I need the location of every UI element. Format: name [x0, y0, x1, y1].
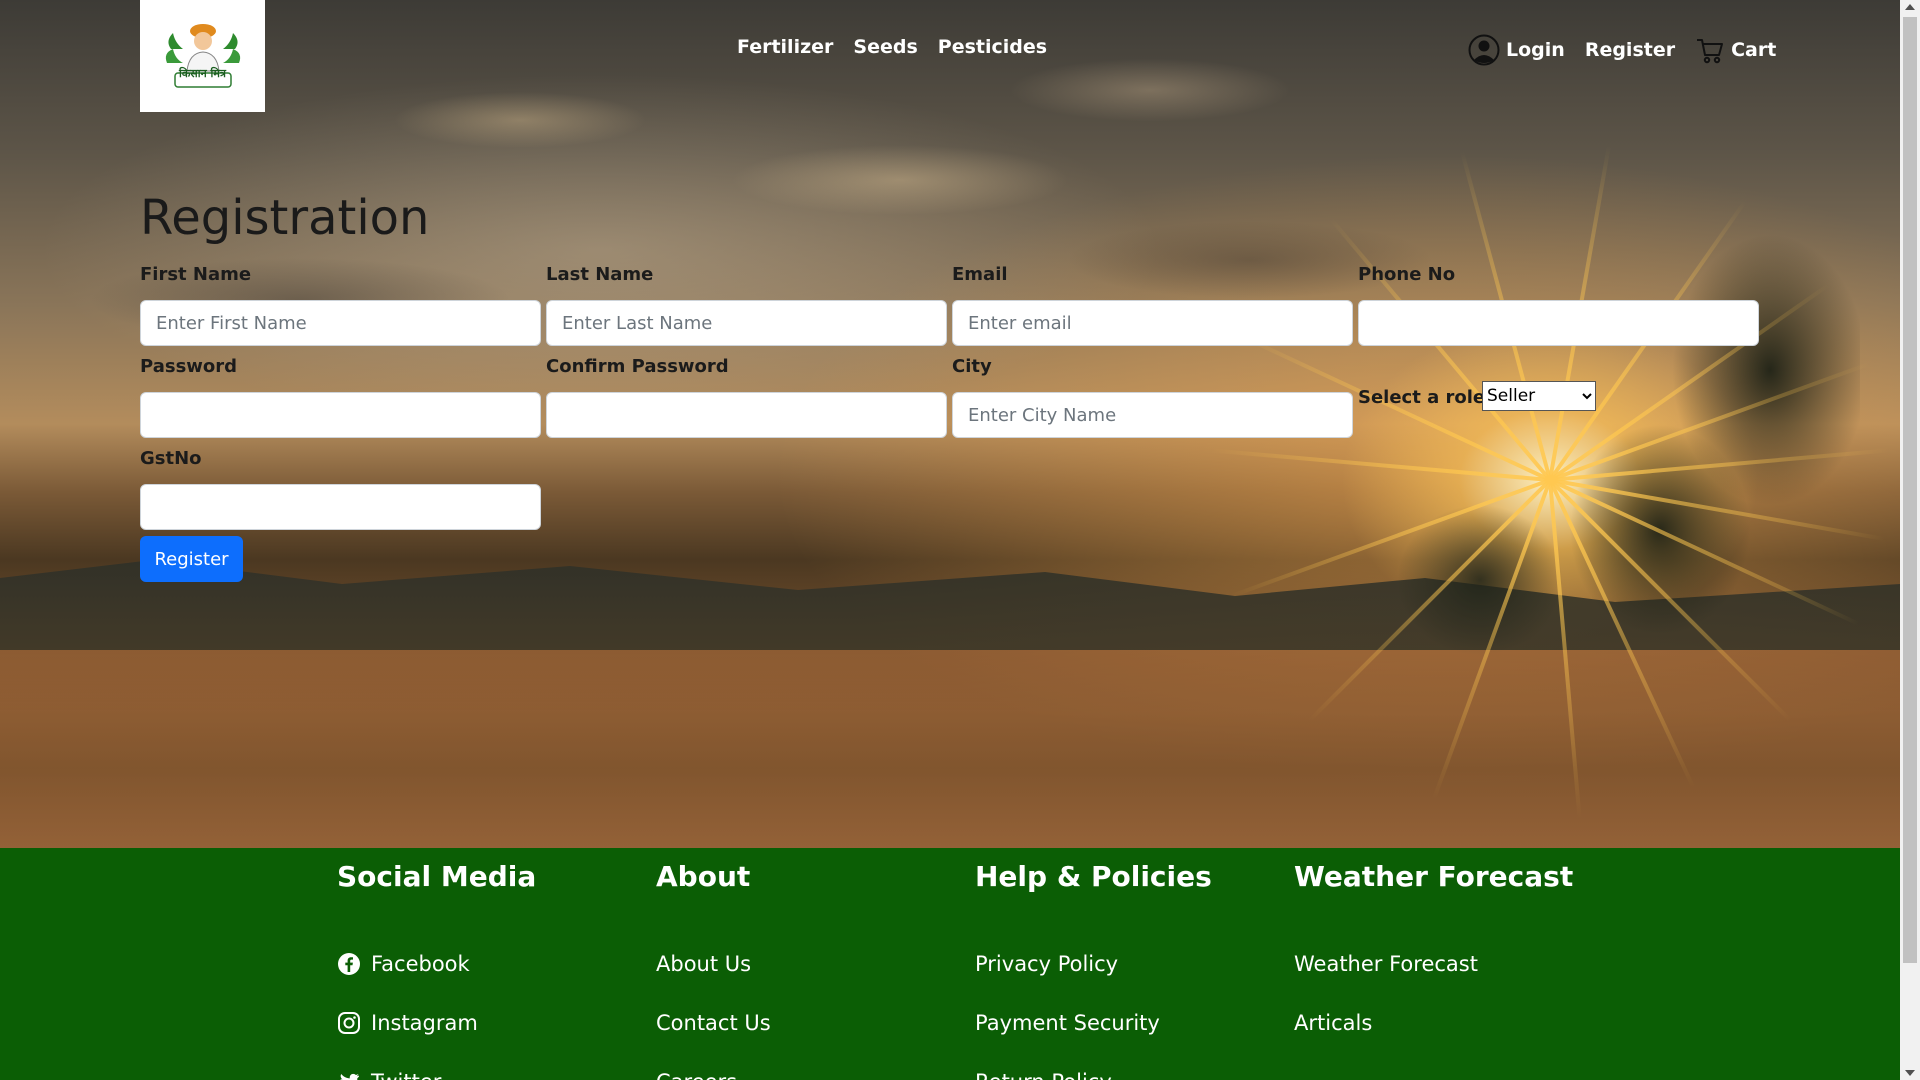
footer-link-twitter[interactable]: Twitter — [337, 1070, 441, 1080]
twitter-icon — [340, 1073, 359, 1080]
footer-link-instagram[interactable]: Instagram — [337, 1011, 478, 1035]
page: किसान मित्र Fertilizer Seeds Pesticides … — [0, 0, 1920, 1080]
footer-link-weather-forecast[interactable]: Weather Forecast — [1294, 952, 1478, 976]
main-nav: Fertilizer Seeds Pesticides — [737, 36, 1047, 58]
confirm-password-label: Confirm Password — [546, 356, 729, 377]
register-link[interactable]: Register — [1585, 39, 1675, 61]
footer-link-contact-us[interactable]: Contact Us — [656, 1011, 771, 1035]
grass-field — [0, 650, 1900, 848]
footer-link-payment-security[interactable]: Payment Security — [975, 1011, 1160, 1035]
role-select[interactable]: Seller — [1482, 381, 1596, 411]
email-input[interactable] — [952, 300, 1353, 346]
footer-link-label: Twitter — [371, 1070, 441, 1080]
last-name-label: Last Name — [546, 264, 654, 285]
footer-link-about-us[interactable]: About Us — [656, 952, 751, 976]
account-nav: Login Register Cart — [1468, 34, 1776, 66]
footer-link-facebook[interactable]: Facebook — [337, 952, 470, 976]
cart-label: Cart — [1731, 39, 1777, 61]
footer-link-label: Instagram — [371, 1011, 478, 1035]
cart-link[interactable]: Cart — [1695, 35, 1776, 65]
instagram-icon — [338, 1012, 360, 1034]
last-name-input[interactable] — [546, 300, 947, 346]
login-label: Login — [1506, 39, 1565, 61]
first-name-label: First Name — [140, 264, 252, 285]
site-footer: Social Media Facebook Instagram About Ab… — [0, 848, 1900, 1080]
city-input[interactable] — [952, 392, 1353, 438]
nav-link-seeds[interactable]: Seeds — [853, 36, 917, 58]
footer-heading-weather: Weather Forecast — [1294, 860, 1574, 893]
email-label: Email — [952, 264, 1008, 285]
scroll-up-arrow-icon[interactable] — [1905, 4, 1915, 10]
footer-heading-about: About — [656, 860, 751, 893]
farmer-logo-icon — [165, 24, 240, 88]
user-avatar-icon — [1468, 34, 1500, 66]
footer-heading-social: Social Media — [337, 860, 537, 893]
scroll-down-arrow-icon[interactable] — [1905, 1070, 1915, 1076]
footer-link-return-policy[interactable]: Return Policy — [975, 1070, 1112, 1080]
city-label: City — [952, 356, 992, 377]
scroll-thumb[interactable] — [1903, 17, 1917, 963]
site-logo[interactable]: किसान मित्र — [140, 0, 265, 112]
footer-link-label: Facebook — [371, 952, 470, 976]
cart-icon — [1697, 39, 1724, 64]
footer-link-articals[interactable]: Articals — [1294, 1011, 1372, 1035]
phone-input[interactable] — [1358, 300, 1759, 346]
phone-label: Phone No — [1358, 264, 1456, 285]
footer-heading-help: Help & Policies — [975, 860, 1212, 893]
page-scrollbar[interactable] — [1900, 0, 1920, 1080]
gst-label: GstNo — [140, 448, 202, 469]
first-name-input[interactable] — [140, 300, 541, 346]
register-button[interactable]: Register — [140, 536, 243, 582]
facebook-icon — [338, 953, 360, 975]
logo-text: किसान मित्र — [178, 67, 226, 80]
footer-link-careers[interactable]: Careers — [656, 1070, 737, 1080]
footer-link-privacy-policy[interactable]: Privacy Policy — [975, 952, 1118, 976]
nav-link-pesticides[interactable]: Pesticides — [938, 36, 1047, 58]
confirm-password-input[interactable] — [546, 392, 947, 438]
login-link[interactable]: Login — [1468, 34, 1565, 66]
gst-input[interactable] — [140, 484, 541, 530]
password-label: Password — [140, 356, 238, 377]
page-title: Registration — [140, 190, 430, 246]
password-input[interactable] — [140, 392, 541, 438]
role-label: Select a role — [1358, 387, 1486, 408]
nav-link-fertilizer[interactable]: Fertilizer — [737, 36, 833, 58]
